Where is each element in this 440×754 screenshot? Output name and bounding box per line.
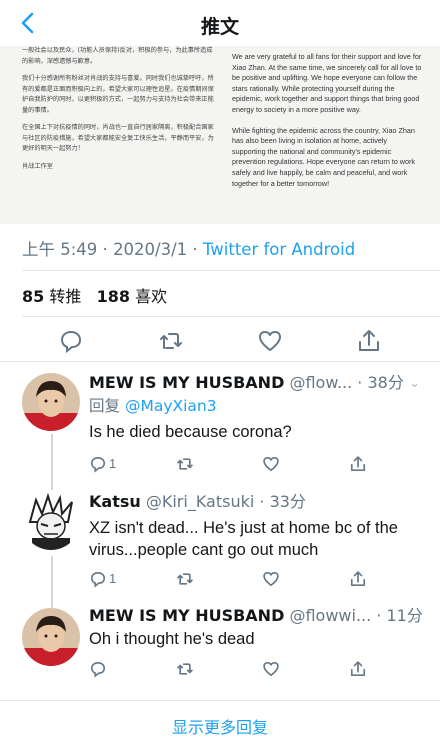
likes-label[interactable]: 喜欢 [135, 287, 167, 306]
divider [22, 270, 440, 271]
reply-actions [89, 658, 389, 680]
statement-cn-signature: 肖战工作室 [22, 162, 53, 170]
reply-header: MEW IS MY HUSBAND @flow... · 38分 [89, 373, 430, 393]
tweet-date: 2020/3/1 [113, 240, 188, 259]
reply-actions: 1 [89, 568, 389, 590]
reply-header: MEW IS MY HUSBAND @flowwi... · 11分 [89, 606, 430, 626]
statement-cn-paragraph: 一般社会以及民众，(功能人员保持)反对，积极的参与，为此事所造成的影响，深感遗憾… [22, 47, 213, 65]
page-title: 推文 [200, 16, 239, 38]
reply-count: 1 [109, 456, 117, 471]
show-more-replies-link[interactable]: 显示更多回复 [0, 714, 440, 738]
reply-icon[interactable] [58, 328, 84, 354]
user-display-name[interactable]: Katsu [89, 492, 141, 511]
user-handle[interactable]: @flow... [289, 373, 352, 392]
retweet-icon[interactable] [158, 328, 184, 354]
reply-tweet[interactable]: Katsu @Kiri_Katsuki · 33分 XZ isn't dead.… [0, 492, 440, 606]
user-handle[interactable]: @flowwi... [289, 606, 371, 625]
user-display-name[interactable]: MEW IS MY HUSBAND [89, 373, 284, 392]
tweet-time: 上午 5:49 [22, 240, 98, 259]
tweet-timestamp: 上午 5:49 · 2020/3/1 · Twitter for Android [22, 240, 356, 259]
retweets-label[interactable]: 转推 [49, 287, 81, 306]
likes-count[interactable]: 188 [97, 287, 130, 306]
reply-tweet[interactable]: MEW IS MY HUSBAND @flow... · 38分 ⌄ 回复 @M… [0, 373, 440, 487]
statement-en-paragraph: We are very grateful to all fans for the… [232, 52, 422, 114]
top-bar: 推文 [0, 0, 440, 46]
statement-en-paragraph: While fighting the epidemic across the c… [232, 125, 415, 188]
statement-chinese: 一般社会以及民众，(功能人员保持)反对，积极的参与，为此事所造成的影响，深感遗憾… [22, 46, 218, 179]
tweet-image[interactable]: 一般社会以及民众，(功能人员保持)反对，积极的参与，为此事所造成的影响，深感遗憾… [0, 46, 440, 224]
reply-tweet[interactable]: MEW IS MY HUSBAND @flowwi... · 11分 ⌄ Oh … [0, 606, 440, 696]
user-handle[interactable]: @Kiri_Katsuki [146, 492, 254, 511]
reply-time: · 38分 [357, 373, 404, 392]
avatar[interactable] [22, 608, 80, 666]
divider [0, 700, 440, 701]
reply-time: · 33分 [259, 492, 306, 511]
reply-text: Is he died because corona? [89, 423, 292, 441]
heart-icon[interactable] [257, 328, 283, 354]
tweet-source-link[interactable]: Twitter for Android [203, 240, 355, 259]
avatar[interactable] [22, 492, 80, 550]
chevron-down-icon[interactable]: ⌄ [409, 375, 420, 391]
user-display-name[interactable]: MEW IS MY HUSBAND [89, 606, 284, 625]
divider [22, 316, 440, 317]
divider [0, 361, 440, 362]
statement-cn-paragraph: 我们十分感谢所有粉丝对肖战的支持与喜爱。同时我们也诚挚呼吁，所有的爱都是正面而积… [22, 75, 214, 114]
tweet-actions [0, 326, 440, 356]
mention-link[interactable]: @MayXian3 [125, 397, 217, 415]
reply-count: 1 [109, 571, 117, 586]
avatar[interactable] [22, 373, 80, 431]
tweet-stats: 85 转推 188 喜欢 [22, 283, 167, 307]
replying-to-label: 回复 [89, 397, 121, 415]
statement-english: We are very grateful to all fans for the… [232, 52, 422, 199]
chevron-down-icon[interactable]: ⌄ [409, 608, 420, 624]
share-icon[interactable] [356, 328, 382, 354]
reply-actions: 1 [89, 453, 389, 475]
reply-text: XZ isn't dead... He's just at home bc of… [89, 519, 398, 559]
reply-text: Oh i thought he's dead [89, 630, 255, 648]
reply-header: Katsu @Kiri_Katsuki · 33分 [89, 492, 430, 512]
replying-to: 回复 @MayXian3 [89, 396, 430, 416]
retweets-count[interactable]: 85 [22, 287, 44, 306]
statement-cn-paragraph: 在全国上下对抗疫情的同时，肖战也一直自行居家隔离，积极配合国家与社区的防疫措施，… [22, 124, 214, 152]
